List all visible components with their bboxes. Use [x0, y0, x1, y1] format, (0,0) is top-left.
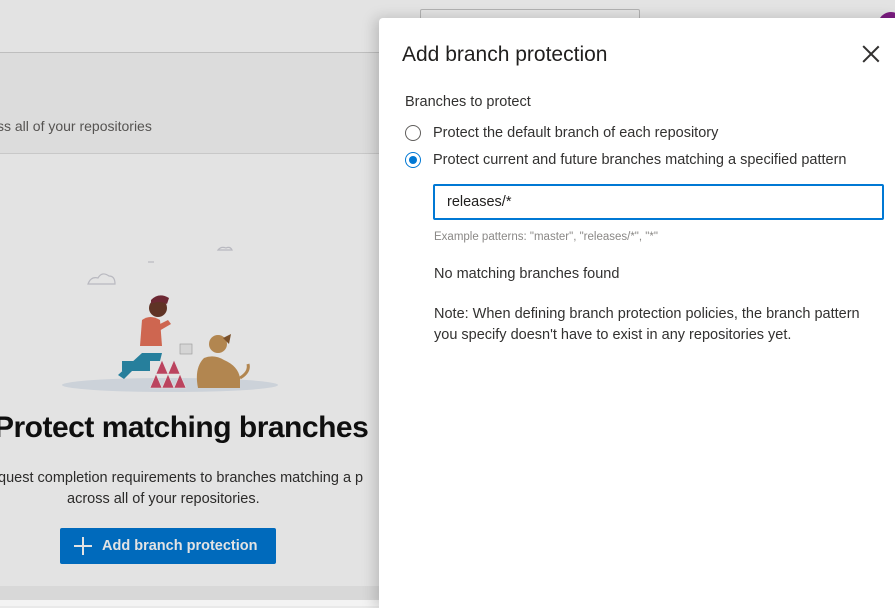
- branches-to-protect-label: Branches to protect: [405, 94, 531, 110]
- radio-option-pattern[interactable]: Protect current and future branches matc…: [405, 152, 846, 168]
- branch-pattern-input[interactable]: [433, 184, 884, 220]
- close-icon[interactable]: [860, 43, 882, 65]
- radio-option-label: Protect the default branch of each repos…: [433, 125, 719, 141]
- example-patterns-hint: Example patterns: "master", "releases/*"…: [434, 231, 658, 243]
- no-matching-branches-message: No matching branches found: [434, 266, 620, 282]
- radio-option-default-branch[interactable]: Protect the default branch of each repos…: [405, 125, 718, 141]
- radio-button-unchecked[interactable]: [405, 125, 421, 141]
- radio-button-checked[interactable]: [405, 152, 421, 168]
- branch-pattern-note: Note: When defining branch protection po…: [434, 306, 860, 343]
- panel-title: Add branch protection: [402, 43, 608, 66]
- add-branch-protection-panel: Add branch protection Branches to protec…: [379, 18, 895, 608]
- radio-option-label: Protect current and future branches matc…: [433, 152, 847, 168]
